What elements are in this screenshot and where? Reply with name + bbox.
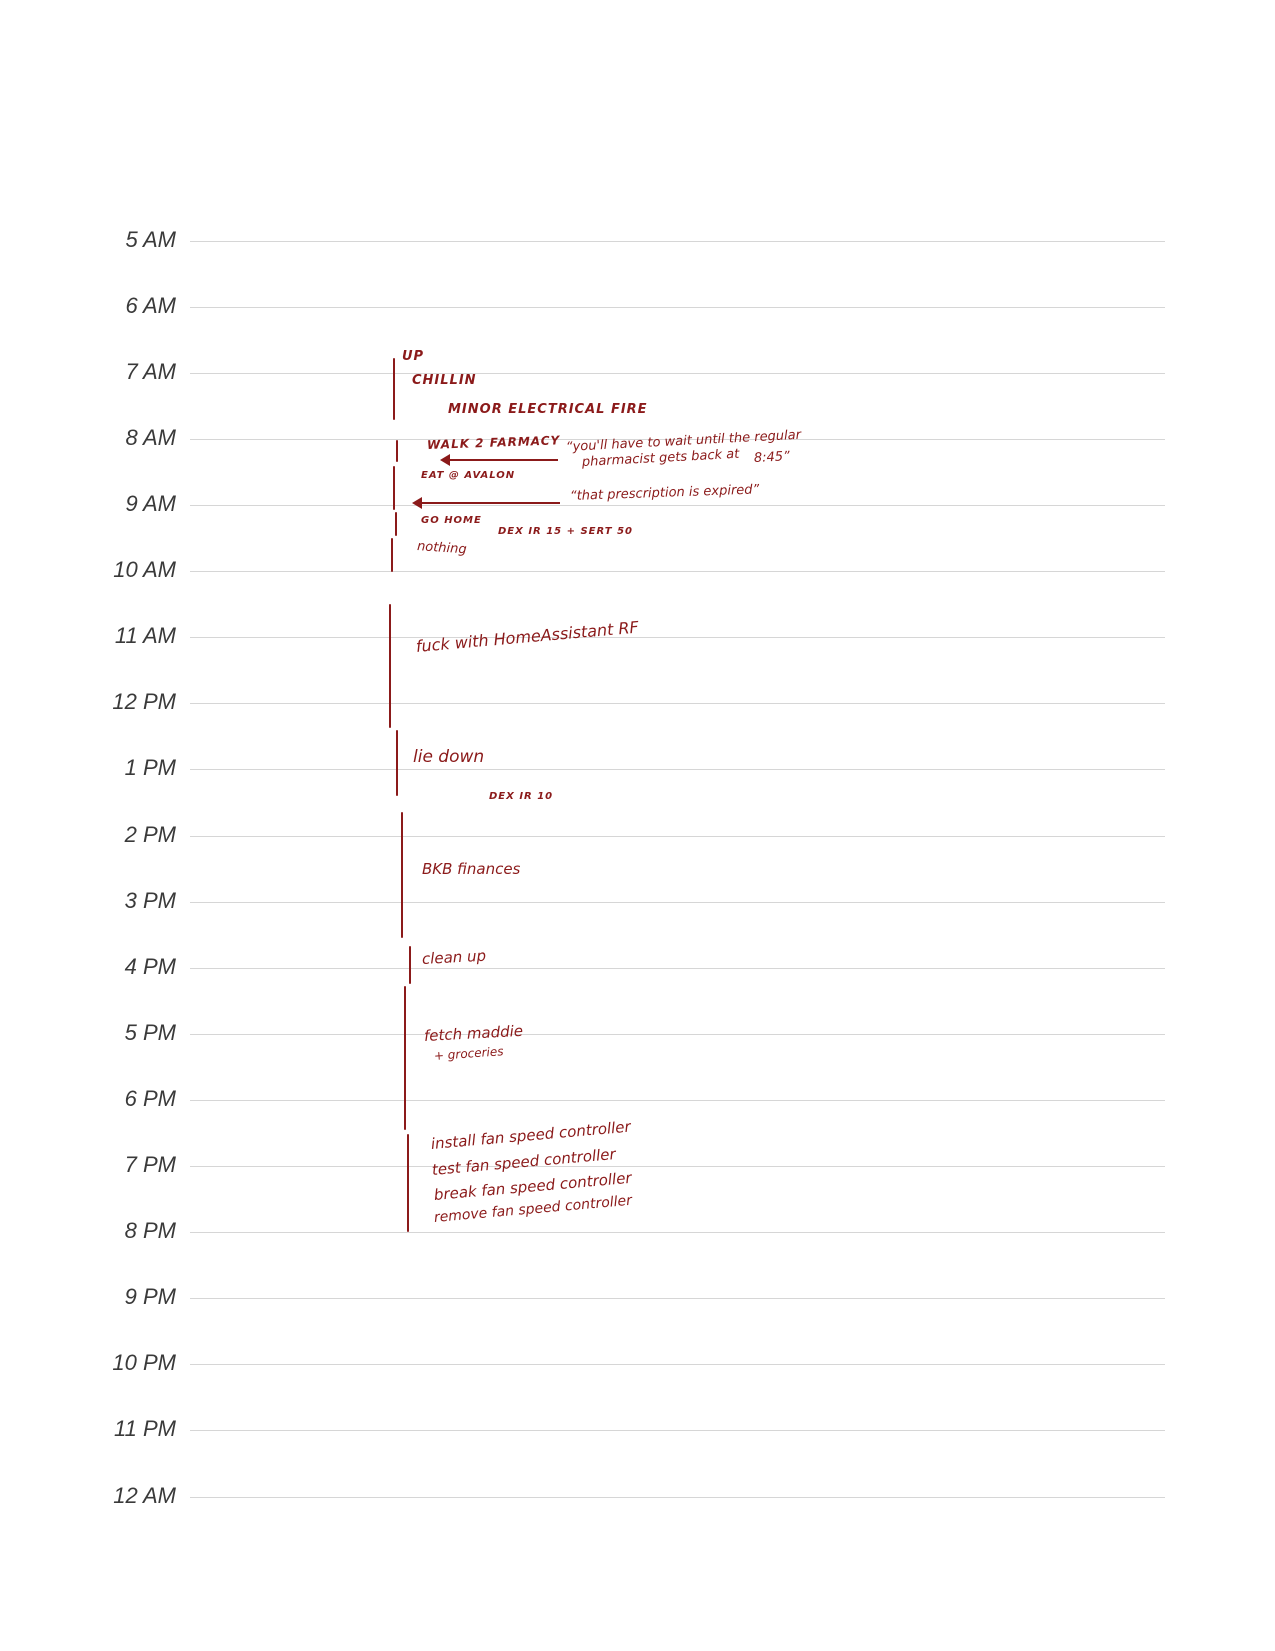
hour-rule bbox=[190, 1034, 1165, 1035]
hour-label: 7 PM bbox=[124, 1152, 176, 1177]
hour-rule bbox=[190, 1232, 1165, 1233]
hour-rule bbox=[190, 836, 1165, 837]
hour-row: 5 PM bbox=[0, 1020, 1275, 1045]
hour-rule bbox=[190, 571, 1165, 572]
hour-row: 9 PM bbox=[0, 1284, 1275, 1309]
note-fetch-line1: fetch maddie bbox=[423, 1021, 524, 1045]
hour-row: 6 AM bbox=[0, 293, 1275, 318]
note-lie-down: lie down bbox=[413, 747, 485, 767]
hour-rule bbox=[190, 1100, 1165, 1101]
arrow-left-icon bbox=[440, 454, 558, 466]
note-dex-afternoon: DEX IR 10 bbox=[489, 791, 554, 802]
hour-label: 7 AM bbox=[125, 359, 176, 384]
hour-label: 10 PM bbox=[112, 1350, 176, 1375]
hour-label: 11 PM bbox=[114, 1416, 176, 1441]
hour-rule bbox=[190, 902, 1165, 903]
time-bracket bbox=[396, 440, 398, 462]
hour-row: 11 PM bbox=[0, 1416, 1275, 1441]
hour-label: 2 PM bbox=[124, 822, 176, 847]
note-expired-quote: “that prescription is expired” bbox=[569, 482, 760, 504]
hour-row: 1 PM bbox=[0, 755, 1275, 780]
hour-label: 8 AM bbox=[125, 425, 176, 450]
time-bracket bbox=[409, 946, 411, 984]
hour-row: 2 PM bbox=[0, 822, 1275, 847]
time-bracket bbox=[401, 812, 403, 938]
hour-rule bbox=[190, 1298, 1165, 1299]
hour-label: 12 PM bbox=[112, 689, 176, 714]
note-dex-morning: DEX IR 15 + SERT 50 bbox=[498, 526, 633, 537]
hour-rule bbox=[190, 373, 1165, 374]
note-wait-quote-time: 8:45” bbox=[753, 449, 791, 466]
note-clean-up: clean up bbox=[421, 946, 487, 968]
planner-page: 5 AM 6 AM 7 AM 8 AM 9 AM 10 AM 11 AM 12 … bbox=[0, 0, 1275, 1651]
hour-row: 11 AM bbox=[0, 623, 1275, 648]
hour-row: 12 AM bbox=[0, 1483, 1275, 1508]
note-nothing: nothing bbox=[416, 539, 468, 558]
time-bracket bbox=[391, 538, 393, 572]
hour-rule bbox=[190, 703, 1165, 704]
hour-label: 12 AM bbox=[113, 1483, 176, 1508]
hour-label: 5 PM bbox=[124, 1020, 176, 1045]
note-minor-fire: MINOR ELECTRICAL FIRE bbox=[448, 402, 648, 417]
note-homeassistant: fuck with HomeAssistant RF bbox=[415, 617, 640, 656]
hour-row: 8 PM bbox=[0, 1218, 1275, 1243]
hour-rule bbox=[190, 968, 1165, 969]
hour-row: 10 AM bbox=[0, 557, 1275, 582]
hour-row: 7 PM bbox=[0, 1152, 1275, 1177]
hour-label: 3 PM bbox=[124, 888, 176, 913]
hour-label: 8 PM bbox=[124, 1218, 176, 1243]
hour-rule bbox=[190, 1166, 1165, 1167]
hour-label: 1 PM bbox=[124, 755, 176, 780]
note-fetch-line2: + groceries bbox=[433, 1044, 504, 1063]
hour-row: 4 PM bbox=[0, 954, 1275, 979]
hour-rule bbox=[190, 769, 1165, 770]
time-bracket bbox=[393, 466, 395, 510]
note-chillin: CHILLIN bbox=[412, 373, 477, 388]
hour-row: 7 AM bbox=[0, 359, 1275, 384]
hour-row: 5 AM bbox=[0, 227, 1275, 252]
time-bracket bbox=[396, 730, 398, 796]
hour-label: 9 PM bbox=[124, 1284, 176, 1309]
hour-rule bbox=[190, 505, 1165, 506]
hour-row: 12 PM bbox=[0, 689, 1275, 714]
arrow-left-icon bbox=[412, 497, 560, 509]
hour-row: 6 PM bbox=[0, 1086, 1275, 1111]
time-bracket bbox=[389, 604, 391, 728]
note-go-home: GO HOME bbox=[421, 515, 482, 526]
hour-rule bbox=[190, 241, 1165, 242]
hour-label: 5 AM bbox=[125, 227, 176, 252]
time-bracket bbox=[407, 1134, 409, 1232]
hour-label: 6 AM bbox=[125, 293, 176, 318]
hour-label: 10 AM bbox=[113, 557, 176, 582]
time-bracket bbox=[395, 512, 397, 536]
hour-rule bbox=[190, 637, 1165, 638]
hour-row: 9 AM bbox=[0, 491, 1275, 516]
time-bracket bbox=[404, 986, 406, 1130]
hour-row: 3 PM bbox=[0, 888, 1275, 913]
hour-label: 9 AM bbox=[125, 491, 176, 516]
time-bracket bbox=[393, 358, 395, 420]
note-walk-farmacy: WALK 2 FARMACY bbox=[426, 433, 561, 452]
note-up: UP bbox=[402, 349, 425, 364]
hour-rule bbox=[190, 1497, 1165, 1498]
hour-rule bbox=[190, 307, 1165, 308]
hour-row: 10 PM bbox=[0, 1350, 1275, 1375]
hour-label: 4 PM bbox=[124, 954, 176, 979]
hour-label: 6 PM bbox=[124, 1086, 176, 1111]
note-bkb-finances: BKB finances bbox=[422, 860, 521, 878]
note-eat-avalon: EAT @ AVALON bbox=[421, 470, 516, 481]
hour-label: 11 AM bbox=[114, 623, 176, 648]
hour-rule bbox=[190, 1364, 1165, 1365]
hour-rule bbox=[190, 1430, 1165, 1431]
